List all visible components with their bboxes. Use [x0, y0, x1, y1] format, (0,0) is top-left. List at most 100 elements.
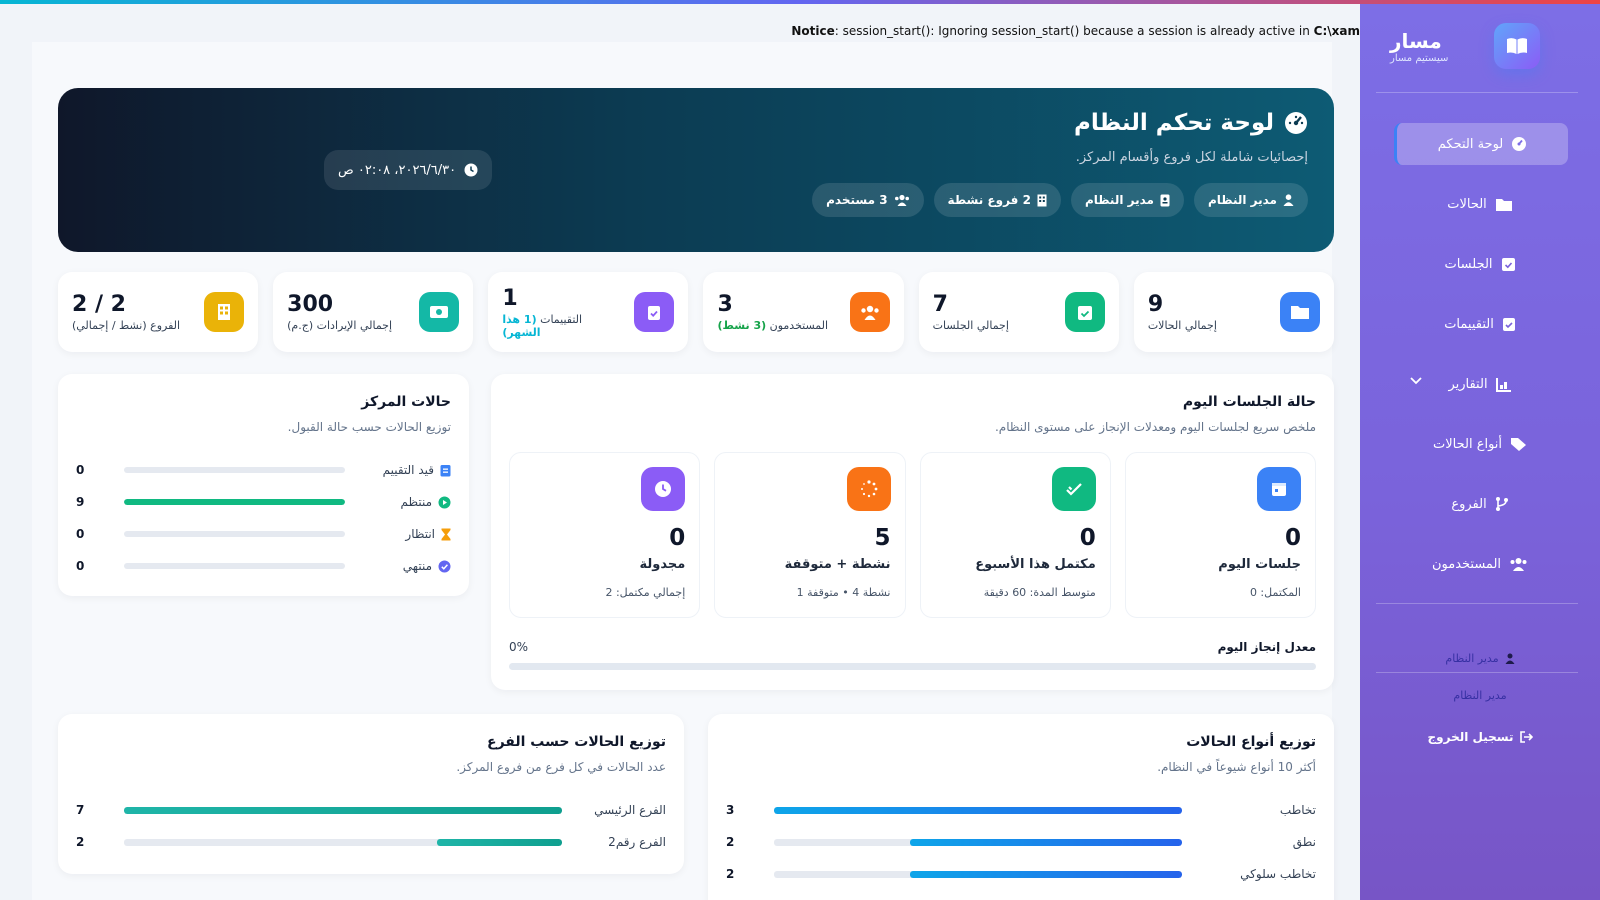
type-row: تخاطب سلوكي 2 — [726, 867, 1316, 881]
center-cases-card: حالات المركز توزيع الحالات حسب حالة القب… — [58, 374, 469, 596]
page-title: لوحة تحكم النظام — [84, 110, 1308, 136]
branch-bar-fill — [436, 838, 562, 846]
case-types-distribution-card: توزيع أنواع الحالات أكثر 10 أنواع شيوعاً… — [708, 714, 1334, 900]
type-bars: تخاطب 3 نطق 2 تخاطب سلوكي 2 1 — [726, 794, 1316, 900]
stat-users[interactable]: 3 المستخدمون (3 نشط) — [703, 272, 904, 352]
tile-today-sessions[interactable]: 0 جلسات اليوم المكتمل: 0 — [1124, 452, 1316, 618]
status-bar-fill — [124, 499, 345, 505]
brand-name: مسار — [1390, 28, 1442, 53]
user-icon — [1283, 194, 1294, 206]
status-row-regular: منتظم 9 — [76, 486, 451, 518]
top-accent-line — [0, 0, 1600, 4]
sidebar-item-cases[interactable]: الحالات — [1376, 183, 1584, 225]
dashboard-icon — [1512, 137, 1527, 151]
status-row-finished: منتهي 0 — [76, 550, 451, 582]
type-row: نطق 2 — [726, 835, 1316, 849]
sidebar-item-users[interactable]: المستخدمون — [1376, 543, 1584, 585]
clipboard-check-icon — [1502, 318, 1515, 331]
building-icon — [1037, 194, 1047, 206]
branch-icon — [1495, 497, 1508, 511]
chip-users: 3 مستخدم — [812, 183, 924, 217]
brand-subtitle: سيستيم مسار — [1390, 52, 1449, 64]
sessions-today-card: حالة الجلسات اليوم ملخص سريع لجلسات اليو… — [491, 374, 1334, 690]
center-subtitle: توزيع الحالات حسب حالة القبول. — [287, 420, 451, 434]
clock-icon — [641, 467, 686, 511]
sidebar: مسار سيستيم مسار لوحة التحكم الحالات الج… — [1360, 0, 1600, 900]
stat-evaluations-extra: (1 هذا الشهر) — [502, 312, 541, 339]
sidebar-item-branches[interactable]: الفروع — [1376, 483, 1584, 525]
branch-distribution-card: توزيع الحالات حسب الفرع عدد الحالات في ك… — [58, 714, 684, 874]
branches-title: توزيع الحالات حسب الفرع — [487, 734, 666, 750]
sidebar-item-case-types[interactable]: أنواع الحالات — [1376, 423, 1584, 465]
branch-bar-fill — [124, 806, 562, 814]
calendar-check-icon — [1501, 258, 1515, 271]
sidebar-user-role: مدير النظام — [1453, 689, 1507, 702]
clipboard-check-icon — [634, 292, 675, 332]
stat-users-extra: (3 نشط) — [717, 319, 767, 332]
sidebar-user-name: مدير النظام — [1445, 651, 1499, 665]
sidebar-item-sessions[interactable]: الجلسات — [1376, 243, 1584, 285]
type-bar-fill — [910, 870, 1182, 878]
stat-evaluations[interactable]: 1 التقييمات (1 هذا الشهر) — [488, 272, 689, 352]
users-icon — [1510, 557, 1527, 571]
status-row-waiting: انتظار 0 — [76, 518, 451, 550]
logout-button[interactable]: تسجيل الخروج — [1360, 730, 1600, 744]
stats-row: 9 إجمالي الحالات 7 إجمالي الجلسات 3 المستخد… — [57, 272, 1334, 352]
sidebar-menu: لوحة التحكم الحالات الجلسات التقييمات ال… — [1360, 93, 1600, 585]
building-icon — [204, 292, 245, 332]
tile-scheduled[interactable]: 0 مجدولة إجمالي مكتمل: 2 — [509, 452, 701, 618]
check-double-icon — [1051, 467, 1096, 511]
page-subtitle: إحصائيات شاملة لكل فروع وأقسام المركز. — [1075, 150, 1308, 165]
sessions-subtitle: ملخص سريع لجلسات اليوم ومعدلات الإنجاز ع… — [994, 420, 1316, 434]
branch-bars: الفرع الرئيسي 7 الفرع رقم2 2 — [76, 794, 666, 858]
center-title: حالات المركز — [361, 394, 451, 410]
chevron-down-icon[interactable] — [1410, 377, 1422, 385]
clipboard-icon — [440, 464, 451, 476]
type-bar-fill — [774, 806, 1182, 814]
tile-completed-week[interactable]: 0 مكتمل هذا الأسبوع متوسط المدة: 60 دقيق… — [919, 452, 1111, 618]
sidebar-user: مدير النظام مدير النظام تسجيل الخروج — [1360, 644, 1600, 744]
sessions-tiles: 0 جلسات اليوم المكتمل: 0 0 مكتمل هذا الأ… — [509, 452, 1316, 618]
chip-user: مدير النظام — [1193, 183, 1308, 217]
sidebar-item-reports[interactable]: التقارير — [1376, 363, 1584, 405]
sessions-title: حالة الجلسات اليوم — [1182, 394, 1316, 410]
user-icon — [1505, 653, 1515, 664]
branches-subtitle: عدد الحالات في كل فرع من فروع المركز. — [456, 760, 666, 774]
brand[interactable]: مسار سيستيم مسار — [1360, 0, 1600, 92]
folder-icon — [1495, 198, 1512, 211]
dashboard-icon — [1285, 112, 1307, 134]
chart-icon — [1495, 377, 1511, 392]
hero-chips: مدير النظام مدير النظام 2 فروع نشطة 3 مس… — [84, 183, 1308, 217]
users-icon — [849, 292, 890, 332]
sidebar-divider-2 — [1376, 603, 1578, 604]
completion-rate: معدل إنجاز اليوم 0% — [509, 640, 1316, 654]
types-subtitle: أكثر 10 أنواع شيوعاً في النظام. — [1157, 760, 1316, 774]
hero-banner: لوحة تحكم النظام إحصائيات شاملة لكل فروع… — [58, 88, 1334, 252]
php-notice: Notice: session_start(): Ignoring sessio… — [791, 24, 1360, 38]
folder-icon — [1280, 292, 1320, 332]
stat-revenue[interactable]: 300 إجمالي الإيرادات (ج.م) — [273, 272, 474, 352]
sidebar-item-dashboard[interactable]: لوحة التحكم — [1394, 123, 1568, 165]
money-icon — [419, 292, 460, 332]
chip-branches: 2 فروع نشطة — [933, 183, 1061, 217]
stat-total-sessions[interactable]: 7 إجمالي الجلسات — [918, 272, 1119, 352]
spinner-icon — [846, 467, 891, 511]
sidebar-item-evaluations[interactable]: التقييمات — [1376, 303, 1584, 345]
type-bar-fill — [910, 838, 1182, 846]
book-icon — [1494, 23, 1540, 69]
calendar-check-icon — [1064, 292, 1105, 332]
completion-rate-value: 0% — [509, 640, 529, 654]
stat-total-cases[interactable]: 9 إجمالي الحالات — [1133, 272, 1334, 352]
stat-branches[interactable]: 2 / 2 الفروع (نشط / إجمالي) — [57, 272, 259, 352]
chip-role: مدير النظام — [1070, 183, 1184, 217]
check-circle-icon — [438, 560, 451, 572]
type-row: 1 — [726, 890, 1316, 900]
play-icon — [438, 496, 451, 508]
logout-icon — [1519, 731, 1533, 743]
tile-active-paused[interactable]: 5 نشطة + متوقفة نشطة 4 • متوقفة 1 — [714, 452, 906, 618]
status-row-evaluating: قيد التقييم 0 — [76, 454, 451, 486]
users-icon — [894, 194, 909, 206]
branch-row: الفرع رقم2 2 — [76, 835, 666, 849]
types-title: توزيع أنواع الحالات — [1186, 734, 1316, 750]
type-row: تخاطب 3 — [726, 803, 1316, 817]
